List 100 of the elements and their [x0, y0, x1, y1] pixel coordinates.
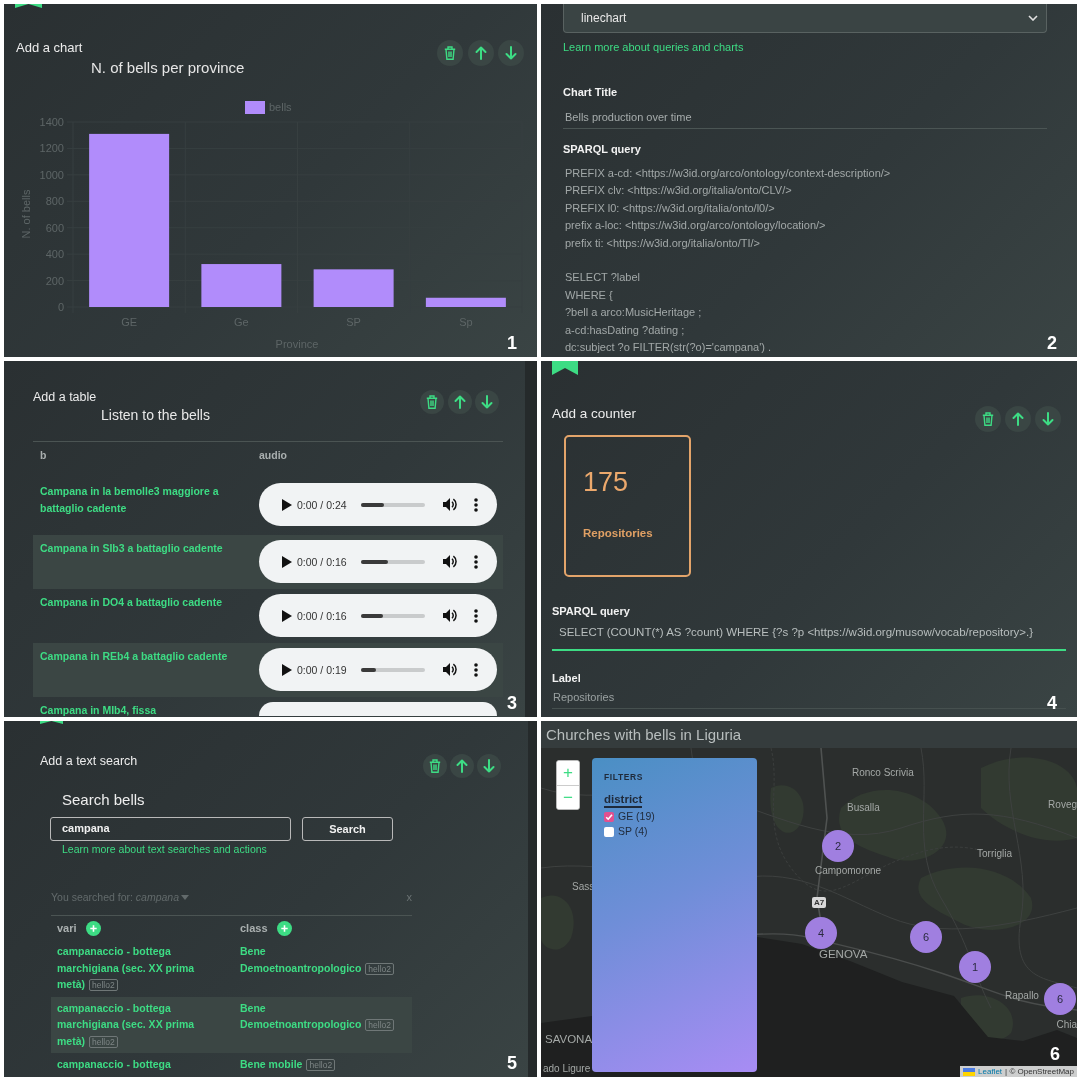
arrow-up-icon	[1012, 412, 1024, 426]
trash-icon	[982, 412, 994, 426]
table-title: Listen to the bells	[101, 406, 210, 424]
panel-number: 5	[507, 1053, 517, 1073]
audio-player[interactable]: 0:00 / 0:24	[259, 483, 497, 526]
cell-link[interactable]: Campana in la bemolle3 maggiore a battaglio cadente	[40, 483, 248, 517]
arrow-down-icon	[505, 46, 517, 60]
tag: hello2	[365, 962, 395, 975]
move-up-button[interactable]	[1005, 406, 1031, 432]
cell-link[interactable]: Campana in REb4 a battaglio cadente	[40, 648, 248, 665]
cell-link[interactable]: Campana in SIb3 a battaglio cadente	[40, 540, 248, 557]
tag: hello2	[306, 1059, 336, 1071]
search-button[interactable]: Search	[302, 817, 393, 841]
audio-time: 0:00 / 0:16	[297, 555, 347, 568]
play-icon[interactable]	[282, 498, 292, 511]
map-title: Churches with bells in Liguria	[546, 725, 743, 745]
field-label: SPARQL query	[563, 142, 642, 156]
flag-icon	[963, 1067, 976, 1076]
text-field[interactable]: Bells production over time	[563, 106, 1047, 129]
move-up-button[interactable]	[450, 754, 474, 778]
result-link[interactable]: campanaccio - bottega marchigiana (sec. XX prima metà) hello2	[57, 999, 212, 1050]
audio-player[interactable]	[259, 702, 497, 716]
play-icon[interactable]	[282, 609, 292, 622]
volume-icon[interactable]	[442, 609, 457, 622]
delete-button[interactable]	[437, 40, 463, 66]
result-link[interactable]: Bene Demoetnoantropologico hello2	[240, 943, 400, 977]
more-icon[interactable]	[473, 497, 478, 512]
plus-icon[interactable]	[85, 920, 101, 936]
panel-number: 1	[507, 333, 517, 353]
attribution-link[interactable]: Leaflet	[978, 1066, 1003, 1077]
result-link[interactable]: Bene Demoetnoantropologico hello2	[240, 999, 400, 1034]
progress-track[interactable]	[360, 502, 425, 507]
search-field[interactable]: campana	[50, 817, 291, 841]
chevron-down-icon	[1028, 15, 1038, 21]
volume-icon[interactable]	[442, 663, 457, 676]
move-down-button[interactable]	[475, 390, 499, 414]
more-icon[interactable]	[473, 662, 478, 677]
delete-button[interactable]	[420, 390, 444, 414]
play-icon[interactable]	[282, 663, 292, 676]
trash-icon	[429, 759, 441, 773]
cell-link[interactable]: Campana in DO4 a battaglio cadente	[40, 594, 248, 611]
audio-time: 0:00 / 0:16	[297, 609, 347, 622]
bookmark-icon[interactable]	[40, 721, 63, 724]
cell-link[interactable]: Campana in MIb4, fissa	[40, 702, 248, 717]
filter-option-label[interactable]: SP (4)	[618, 825, 648, 838]
arrow-up-icon	[453, 395, 466, 409]
play-icon[interactable]	[282, 555, 292, 568]
volume-icon[interactable]	[442, 555, 457, 568]
bookmark-icon[interactable]	[552, 361, 578, 375]
text-area[interactable]: PREFIX a-cd: <https://w3id.org/arco/ontology/context-description/> PREFIX clv: <https://w3id.org/italia/onto/CLV/> PREFIX l0: <https://w3id.org/italia/onto/l0/> prefix a-loc: <https://w3id.org/arco/ontology/location/> prefix ti: <https://w3id.org/italia/onto/TI/> SELECT ?label WHERE { ?bell a arco:MusicHeritage ; a-cd:hasDating ?dating ; dc:subject ?o FILTER(str(?o)='campana') .	[563, 165, 1047, 357]
move-up-button[interactable]	[467, 40, 494, 66]
audio-time: 0:00 / 0:19	[297, 663, 347, 676]
panel-number: 2	[1047, 333, 1057, 353]
column-header: vari	[57, 921, 77, 936]
search-title: Search bells	[62, 791, 145, 809]
move-up-button[interactable]	[447, 390, 472, 414]
result-link[interactable]: Bene mobile hello2	[240, 1056, 400, 1074]
delete-button[interactable]	[423, 754, 447, 778]
text-field[interactable]: SELECT (COUNT(*) AS ?count) WHERE {?s ?p <https://w3id.org/musow/vocab/repository>.}	[552, 618, 1066, 651]
plus-icon[interactable]	[276, 920, 292, 936]
help-link[interactable]: Learn more about text searches and actions	[62, 843, 267, 856]
field-label: Label	[552, 671, 582, 685]
audio-time: 0:00 / 0:24	[297, 498, 347, 511]
more-icon[interactable]	[473, 608, 478, 623]
counter-value: 175	[583, 467, 630, 497]
filter-option-label[interactable]: GE (19)	[618, 810, 655, 823]
help-link[interactable]: Learn more about queries and charts	[563, 40, 744, 54]
move-down-button[interactable]	[1035, 406, 1061, 432]
checkbox[interactable]	[604, 826, 614, 837]
checkbox[interactable]	[604, 811, 614, 822]
audio-player[interactable]: 0:00 / 0:16	[259, 594, 497, 637]
delete-button[interactable]	[975, 406, 1001, 432]
chart-type-select[interactable]: linechart	[563, 4, 1047, 33]
progress-track[interactable]	[360, 559, 425, 564]
volume-icon[interactable]	[442, 498, 457, 511]
place-label: SAVONA	[545, 1033, 593, 1046]
bookmark-icon[interactable]	[15, 4, 42, 8]
audio-player[interactable]: 0:00 / 0:16	[259, 540, 497, 583]
field-label: Chart Title	[563, 85, 619, 99]
more-icon[interactable]	[473, 554, 478, 569]
result-link[interactable]: campanaccio - bottega	[57, 1056, 212, 1073]
trash-icon	[444, 46, 456, 60]
move-down-button[interactable]	[477, 754, 501, 778]
place-label: Torriglia	[977, 848, 1012, 860]
place-label: Campomorone	[815, 865, 882, 877]
column-header: audio	[258, 448, 288, 463]
progress-track[interactable]	[360, 667, 425, 672]
arrow-down-icon	[483, 759, 495, 773]
progress-track[interactable]	[360, 613, 425, 618]
tag: hello2	[365, 1019, 395, 1031]
panel-number: 3	[507, 693, 517, 713]
attribution-text: | © OpenStreetMap	[1005, 1066, 1074, 1077]
scrollbar[interactable]	[528, 721, 537, 1077]
trash-icon	[426, 395, 438, 409]
place-label: Roveg	[1048, 799, 1077, 811]
scrollbar[interactable]	[525, 361, 537, 717]
place-label: ado Ligure	[543, 1063, 591, 1075]
move-down-button[interactable]	[498, 40, 524, 66]
result-link[interactable]: campanaccio - bottega marchigiana (sec. XX prima metà) hello2	[57, 943, 212, 994]
audio-player[interactable]: 0:00 / 0:19	[259, 648, 497, 691]
